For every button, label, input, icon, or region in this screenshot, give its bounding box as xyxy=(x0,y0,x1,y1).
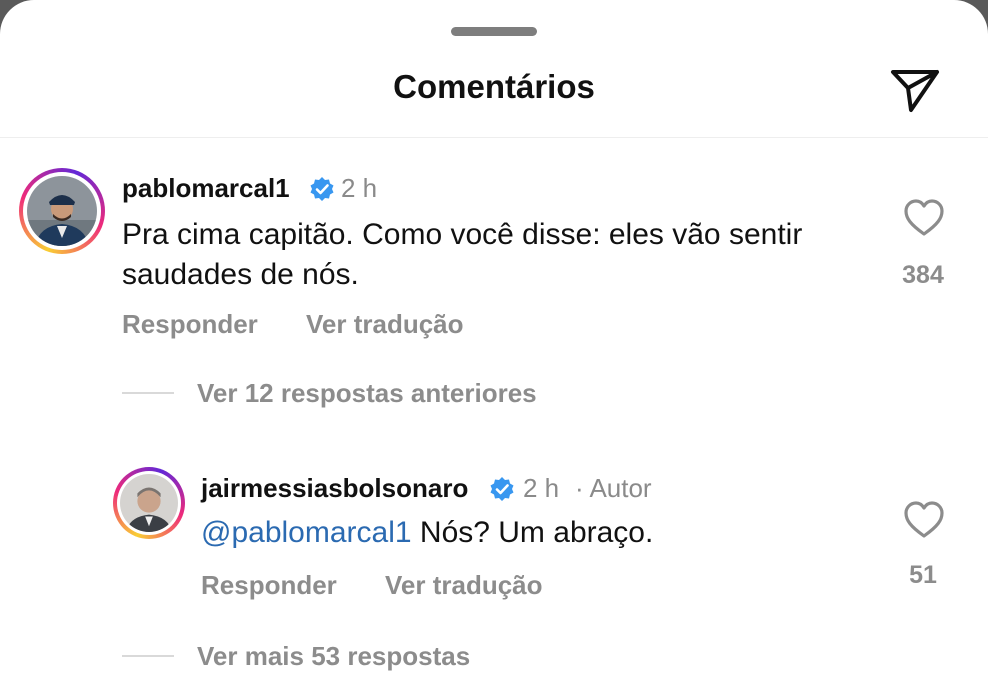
verified-badge-icon xyxy=(489,476,515,502)
mention-link[interactable]: @pablomarcal1 xyxy=(201,516,412,549)
profile-photo xyxy=(120,474,178,532)
reply-username[interactable]: jairmessiasbolsonaro xyxy=(201,473,468,504)
avatar[interactable] xyxy=(113,467,185,539)
like-count: 384 xyxy=(902,261,944,289)
page-title: Comentários xyxy=(393,68,595,105)
author-badge: · Autor xyxy=(575,473,652,503)
comment-time: 2 h xyxy=(341,173,378,203)
comment-username[interactable]: pablomarcal1 xyxy=(122,173,290,204)
comment-text: Pra cima capitão. Como você disse: eles … xyxy=(122,218,803,291)
comments-header: Comentários xyxy=(0,50,988,138)
reply-body: Nós? Um abraço. xyxy=(411,516,654,549)
reply-text: @pablomarcal1 Nós? Um abraço. xyxy=(201,513,841,553)
heart-icon[interactable] xyxy=(902,198,946,238)
like-count: 51 xyxy=(909,561,937,589)
profile-photo xyxy=(27,176,97,246)
send-icon[interactable] xyxy=(887,64,943,116)
reply-time: 2 h xyxy=(523,473,560,503)
replies-divider xyxy=(122,392,174,394)
view-earlier-replies-button[interactable]: Ver 12 respostas anteriores xyxy=(197,378,537,409)
comments-sheet: Comentários pablomarcal1 2 h Pra cima ca… xyxy=(0,0,988,690)
translate-button[interactable]: Ver tradução xyxy=(306,309,464,340)
drag-handle[interactable] xyxy=(451,27,537,36)
verified-badge-icon xyxy=(309,176,335,202)
reply-button[interactable]: Responder xyxy=(122,309,258,340)
heart-icon[interactable] xyxy=(902,500,946,540)
view-more-replies-button[interactable]: Ver mais 53 respostas xyxy=(197,641,470,672)
reply-button[interactable]: Responder xyxy=(201,570,337,601)
avatar[interactable] xyxy=(19,168,105,254)
replies-divider xyxy=(122,655,174,657)
translate-button[interactable]: Ver tradução xyxy=(385,570,543,601)
